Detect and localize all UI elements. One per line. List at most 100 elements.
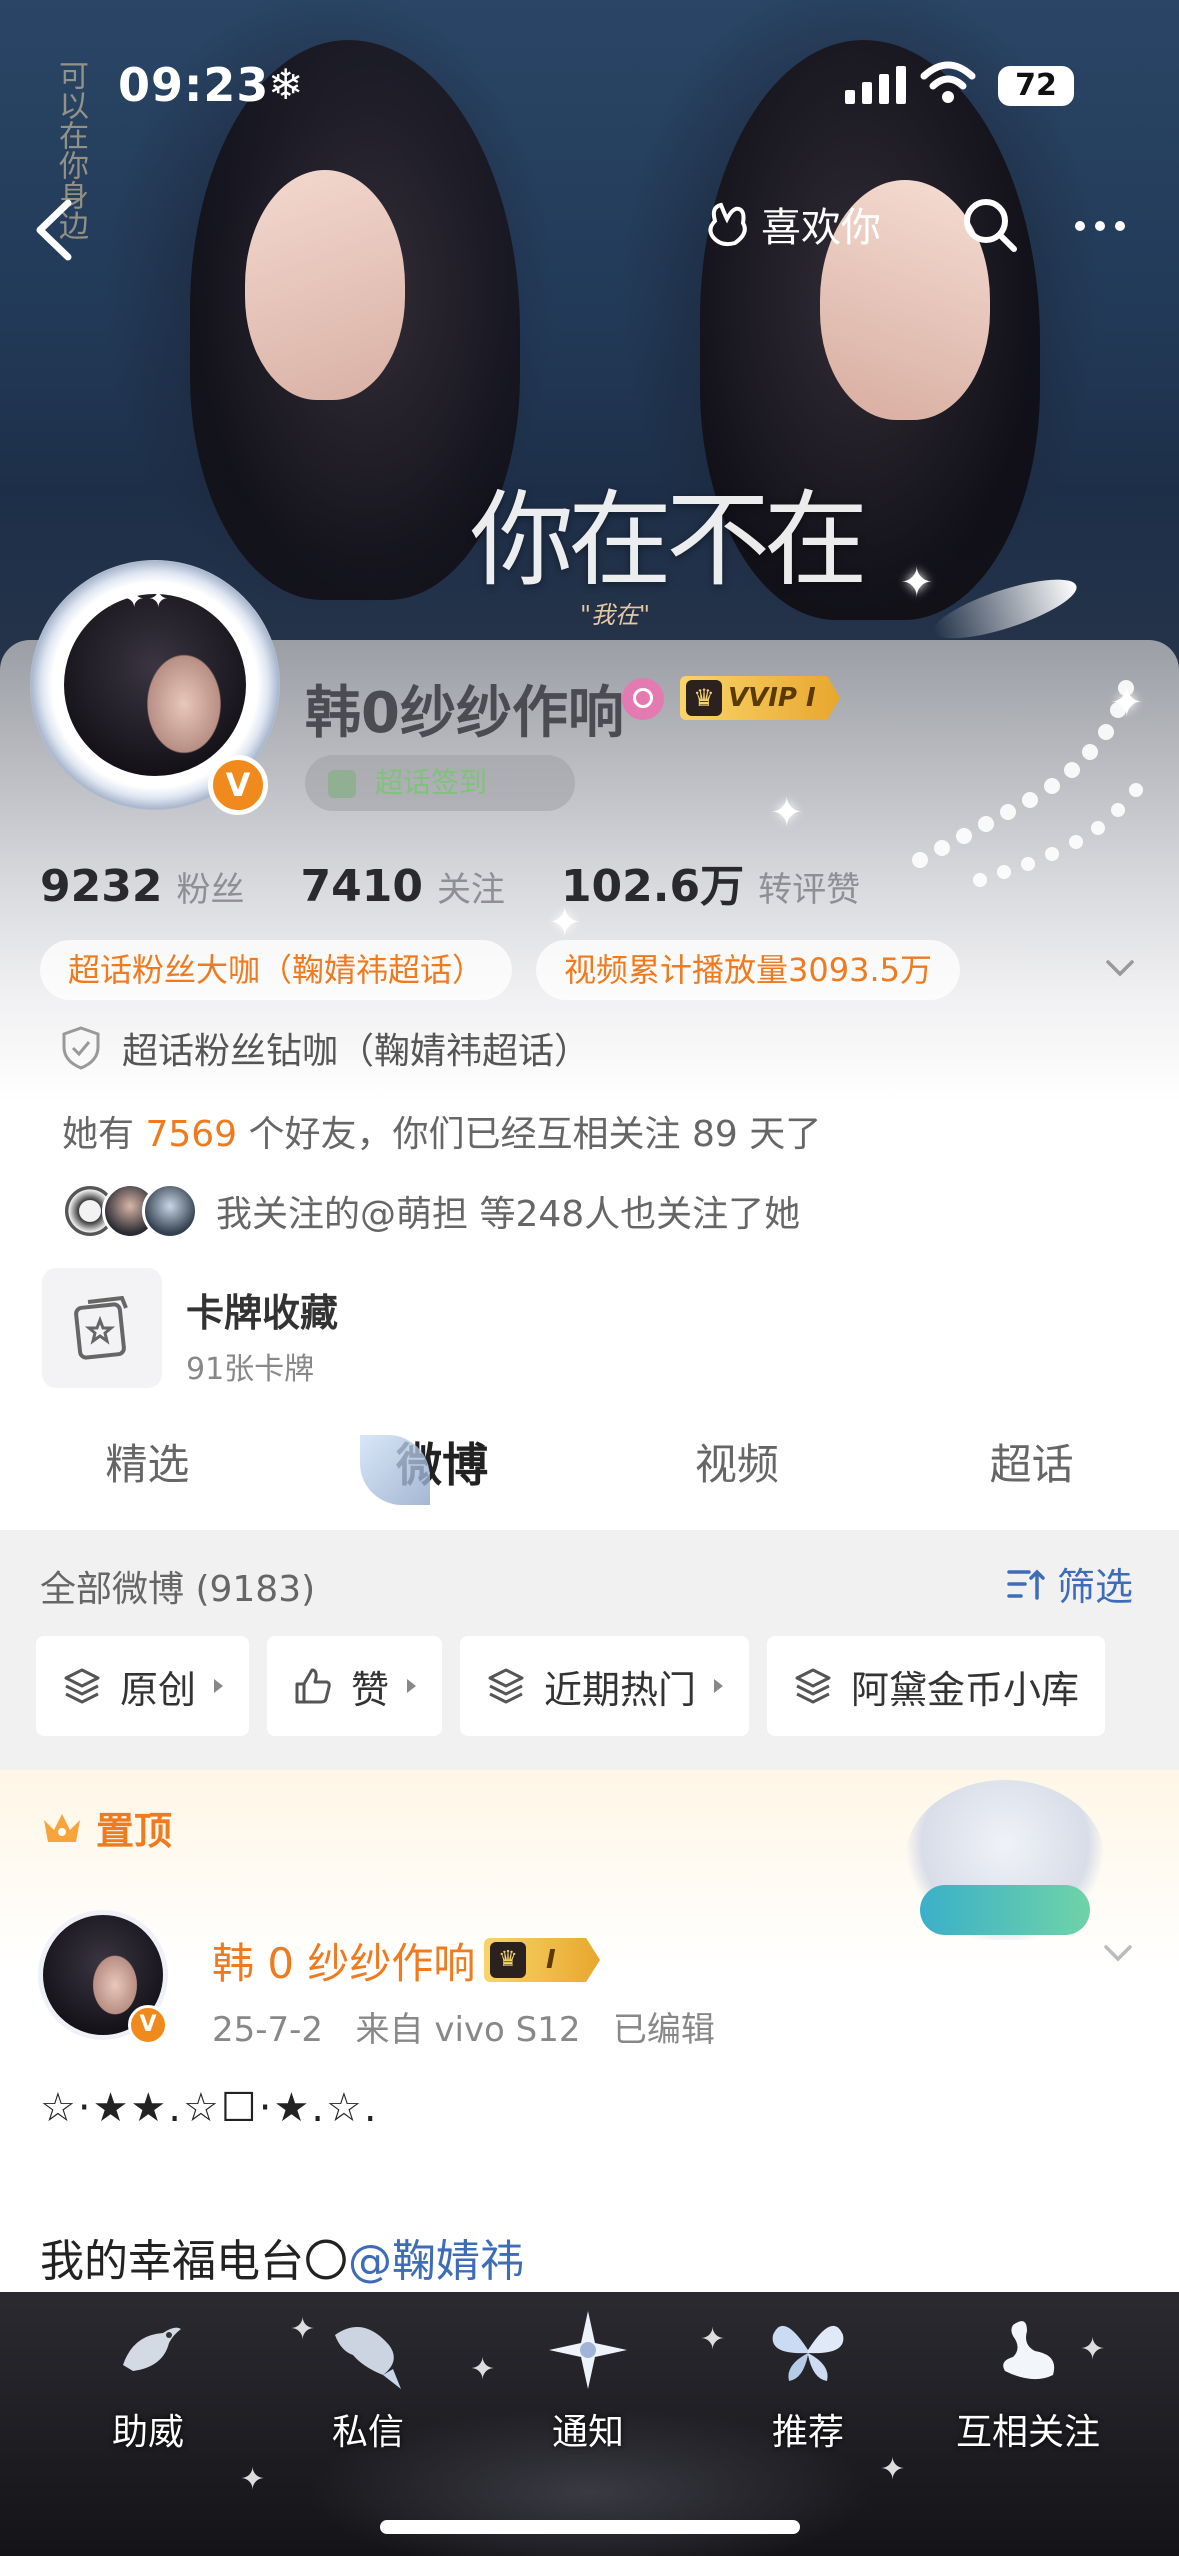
verified-badge-icon: V bbox=[208, 755, 268, 815]
profile-username: 韩0纱纱作响 bbox=[305, 681, 624, 746]
butterfly-icon bbox=[772, 2325, 844, 2381]
chevron-down-icon[interactable] bbox=[1100, 948, 1140, 988]
recommend-button[interactable]: 推荐 bbox=[718, 2305, 898, 2455]
shield-check-icon bbox=[62, 1026, 100, 1070]
crown-icon: ♛ bbox=[490, 1942, 526, 1978]
following-count[interactable]: 7410 bbox=[300, 861, 422, 912]
banner-title: 你在不在 bbox=[470, 479, 868, 601]
verified-badge-icon: V bbox=[128, 2005, 168, 2045]
notify-button[interactable]: 通知 bbox=[498, 2305, 678, 2455]
recommend-label: 推荐 bbox=[771, 2412, 844, 2453]
pearl-string-decoration bbox=[912, 680, 1143, 887]
crown-icon: ♛ bbox=[686, 680, 722, 716]
more-options-icon[interactable] bbox=[1075, 196, 1125, 256]
filter-button[interactable]: 筛选 bbox=[1005, 1556, 1133, 1611]
post-date: 25-7-2 bbox=[212, 2010, 324, 2050]
tab-featured[interactable]: 精选 bbox=[0, 1400, 295, 1530]
tab-super-topic[interactable]: 超话 bbox=[884, 1400, 1179, 1530]
chip-arrow-icon bbox=[714, 1679, 724, 1693]
follower-avatars bbox=[62, 1183, 198, 1239]
friends-count[interactable]: 7569 bbox=[145, 1114, 237, 1155]
super-topic-checkin-badge[interactable]: 超话签到 bbox=[305, 755, 575, 811]
notify-label: 通知 bbox=[551, 2412, 624, 2453]
avatar bbox=[142, 1183, 198, 1239]
sparkle-decoration: ✦ bbox=[900, 560, 934, 606]
card-star-icon bbox=[74, 1295, 128, 1360]
layers-icon bbox=[795, 1668, 831, 1704]
post-meta: 25-7-2 来自 vivo S12 已编辑 bbox=[212, 2002, 715, 2051]
mutual-follow-button[interactable]: 互相关注 bbox=[938, 2305, 1118, 2455]
common-follows-text: 我关注的@萌担 等248人也关注了她 bbox=[216, 1194, 801, 1235]
message-button[interactable]: 私信 bbox=[278, 2305, 458, 2455]
following-label[interactable]: 关注 bbox=[437, 862, 505, 911]
fish-tank-decoration bbox=[920, 1885, 1090, 1935]
battery-indicator: 72 bbox=[998, 66, 1074, 106]
sparkle-decoration: ✦ bbox=[1110, 680, 1144, 726]
post-mention-link[interactable]: @鞠婧祎 bbox=[348, 2236, 524, 2287]
card-collection-title[interactable]: 卡牌收藏 bbox=[186, 1282, 338, 1337]
star-flower-icon bbox=[549, 2311, 627, 2389]
fish-icon bbox=[335, 2327, 401, 2389]
chip-liked[interactable]: 赞 bbox=[267, 1636, 443, 1736]
tab-weibo[interactable]: 微博 bbox=[295, 1400, 590, 1530]
post-text-line: ☆·★★.☆☐·★.☆. bbox=[40, 2085, 379, 2131]
search-icon[interactable] bbox=[960, 195, 1020, 255]
diamond-fan-label: 超话粉丝钻咖（鞠婧祎超话） bbox=[122, 1031, 591, 1072]
fans-label[interactable]: 粉丝 bbox=[176, 862, 244, 911]
post-text-line: 我的幸福电台〇@鞠婧祎 bbox=[40, 2225, 524, 2289]
card-collection-icon-box[interactable] bbox=[42, 1268, 162, 1388]
interactions-count: 102.6万 bbox=[560, 861, 745, 912]
bird-icon bbox=[123, 2327, 181, 2371]
friends-suffix: 个好友，你们已经互相关注 89 天了 bbox=[248, 1114, 822, 1155]
achievement-tags: 超话粉丝大咖（鞠婧祎超话） 视频累计播放量3093.5万 bbox=[40, 940, 960, 1000]
avatar-stars-decoration: ✦✦✦ bbox=[100, 585, 173, 613]
mutual-friends-line: 她有 7569 个好友，你们已经互相关注 89 天了 bbox=[62, 1105, 821, 1157]
profile-tabs: 精选 微博 视频 超话 bbox=[0, 1400, 1179, 1530]
chip-coin-library[interactable]: 阿黛金币小库 bbox=[767, 1636, 1106, 1736]
post-author-name[interactable]: 韩 0 纱纱作响 bbox=[212, 1930, 475, 1991]
chip-recent-hot[interactable]: 近期热门 bbox=[460, 1636, 750, 1736]
crown-icon bbox=[44, 1813, 80, 1842]
cheer-label: 助威 bbox=[111, 2412, 184, 2453]
snowflake-icon: ❄ bbox=[268, 60, 304, 109]
swan-icon bbox=[1003, 2321, 1055, 2380]
magnifier-badge-icon[interactable] bbox=[622, 678, 664, 720]
achievement-tag[interactable]: 超话粉丝大咖（鞠婧祎超话） bbox=[40, 940, 513, 1000]
hand-heart-icon bbox=[708, 202, 747, 247]
post-text-prefix: 我的幸福电台〇 bbox=[40, 2236, 348, 2287]
achievement-tag[interactable]: 视频累计播放量3093.5万 bbox=[536, 940, 960, 1000]
tab-video[interactable]: 视频 bbox=[590, 1400, 885, 1530]
layers-icon bbox=[488, 1668, 524, 1704]
interactions-label: 转评赞 bbox=[758, 870, 861, 910]
common-follows-row[interactable]: 我关注的@萌担 等248人也关注了她 bbox=[62, 1183, 800, 1239]
post-edited[interactable]: 已编辑 bbox=[613, 2010, 715, 2050]
like-you-label: 喜欢你 bbox=[761, 205, 881, 251]
like-you-button[interactable]: 喜欢你 bbox=[705, 195, 881, 253]
chip-label: 近期热门 bbox=[544, 1667, 697, 1712]
post-source: 来自 vivo S12 bbox=[355, 2010, 581, 2050]
avatar[interactable] bbox=[60, 590, 250, 780]
home-indicator[interactable] bbox=[380, 2520, 800, 2534]
wifi-icon bbox=[920, 61, 976, 103]
chip-arrow-icon bbox=[214, 1679, 224, 1693]
friends-prefix: 她有 bbox=[62, 1114, 135, 1155]
chip-original[interactable]: 原创 bbox=[36, 1636, 250, 1736]
back-arrow-icon[interactable] bbox=[30, 195, 80, 265]
message-label: 私信 bbox=[331, 2412, 404, 2453]
filter-label: 筛选 bbox=[1057, 1565, 1134, 1609]
chevron-down-icon[interactable] bbox=[1100, 1935, 1136, 1971]
cheer-button[interactable]: 助威 bbox=[58, 2305, 238, 2455]
card-collection-count: 91张卡牌 bbox=[186, 1352, 315, 1387]
mutual-follow-label: 互相关注 bbox=[955, 2412, 1100, 2453]
diamond-fan-row[interactable]: 超话粉丝钻咖（鞠婧祎超话） bbox=[60, 1022, 590, 1074]
status-time: 09:23 bbox=[118, 58, 270, 112]
profile-stats: 9232 粉丝 7410 关注 102.6万 转评赞 bbox=[40, 850, 916, 914]
filter-sort-icon bbox=[1007, 1569, 1045, 1600]
feed-filter-chips: 原创 赞 近期热门 阿黛金币小库 bbox=[36, 1636, 1106, 1736]
chip-label: 原创 bbox=[120, 1667, 197, 1712]
thumbs-up-icon bbox=[295, 1668, 331, 1704]
banner-subtitle: "我在" bbox=[580, 601, 651, 629]
fans-count[interactable]: 9232 bbox=[40, 861, 162, 912]
pinned-label-row: 置顶 bbox=[40, 1800, 172, 1855]
pinned-label: 置顶 bbox=[96, 1809, 173, 1853]
